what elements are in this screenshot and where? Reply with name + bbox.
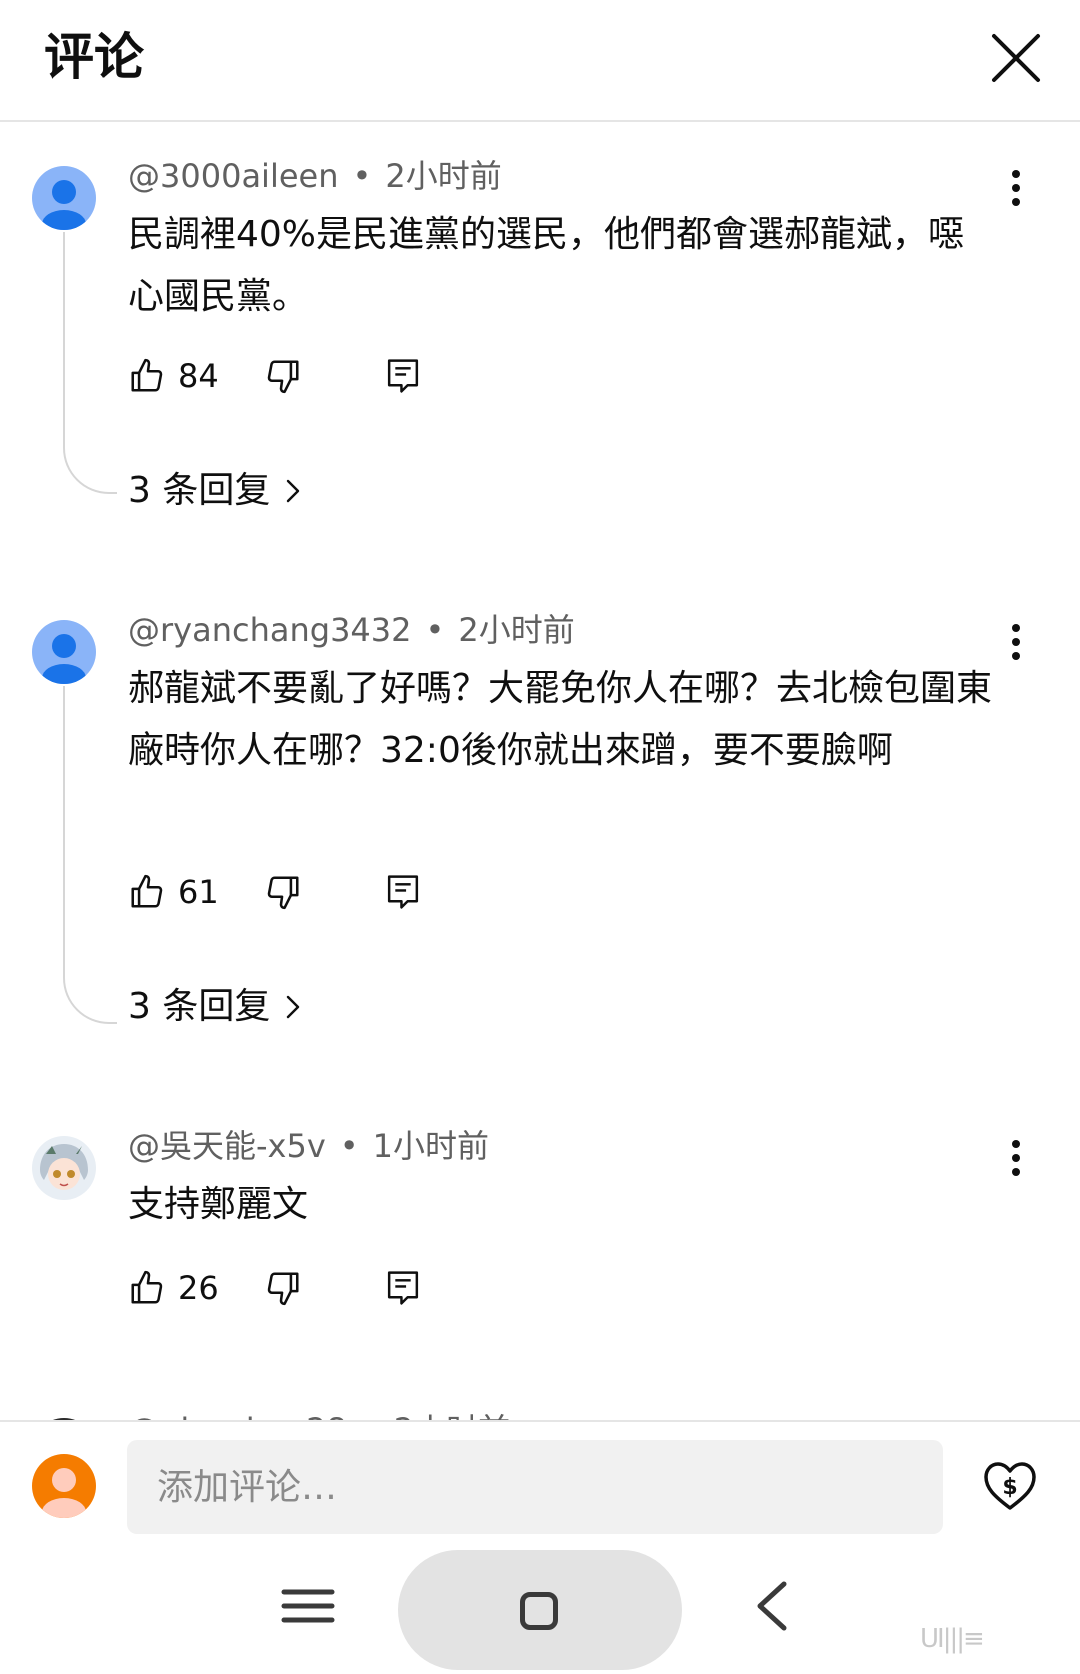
- comment-actions: 84: [128, 352, 528, 400]
- dislike-button[interactable]: [264, 1264, 302, 1312]
- comment-list[interactable]: @3000aileen • 2小时前 民調裡40%是民進黨的選民，他們都會選郝龍斌，…: [0, 122, 1080, 1422]
- comment-time: 1小时前: [372, 1127, 490, 1165]
- comment-meta: @吳天能-x5v • 1小时前: [128, 1127, 490, 1165]
- watermark: UI|||≡: [920, 1624, 985, 1654]
- avatar[interactable]: [32, 166, 96, 230]
- comment-time: 2小时前: [385, 157, 502, 195]
- like-button[interactable]: 26: [128, 1264, 219, 1312]
- heart-dollar-icon[interactable]: $: [980, 1456, 1040, 1516]
- comment-text: 郝龍斌不要亂了好嗎？大罷免你人在哪？去北檢包圍東廠時你人在哪？32:0後你就出來…: [128, 668, 993, 771]
- thread-line: [63, 232, 117, 494]
- back-icon[interactable]: [752, 1578, 792, 1634]
- reply-button[interactable]: [384, 868, 422, 916]
- like-count: 84: [178, 357, 219, 395]
- comment-author[interactable]: @ryanchang3432: [128, 611, 412, 649]
- thumbs-up-icon: [131, 1270, 163, 1304]
- comment-author[interactable]: @吳天能-x5v: [128, 1127, 326, 1165]
- comment-meta: @3000aileen • 2小时前: [128, 157, 502, 195]
- more-options-icon[interactable]: [1000, 618, 1032, 666]
- default-avatar-icon: [32, 166, 96, 230]
- home-icon: [520, 1592, 558, 1630]
- comment-input[interactable]: [127, 1440, 943, 1534]
- comment-actions: 61: [128, 868, 528, 916]
- anime-avatar-icon: [32, 1136, 96, 1200]
- thread-line: [63, 686, 117, 1024]
- dislike-button[interactable]: [264, 352, 302, 400]
- avatar[interactable]: [32, 1136, 96, 1200]
- thumbs-up-icon: [131, 874, 163, 908]
- thumbs-down-icon: [267, 876, 299, 910]
- svg-text:$: $: [1002, 1475, 1017, 1500]
- comment-composer: $: [0, 1420, 1080, 1534]
- chevron-right-icon: [287, 995, 300, 1019]
- like-count: 26: [178, 1269, 219, 1307]
- close-icon[interactable]: [986, 28, 1046, 88]
- comment-text: 民調裡40%是民進黨的選民，他們都會選郝龍斌，噁心國民黨。: [128, 214, 965, 317]
- comment-actions: 26: [128, 1264, 528, 1312]
- user-avatar-icon: [32, 1454, 96, 1518]
- comment-time: 2小时前: [458, 611, 575, 649]
- like-button[interactable]: 61: [128, 868, 219, 916]
- home-button[interactable]: [398, 1550, 682, 1670]
- default-avatar-icon: [32, 620, 96, 684]
- view-replies-button[interactable]: 3 条回复: [128, 466, 302, 516]
- replies-count: 3 条回复: [128, 470, 271, 511]
- avatar[interactable]: [32, 620, 96, 684]
- like-count: 61: [178, 873, 219, 911]
- comment-meta: @ryanchang3432 • 2小时前: [128, 611, 575, 649]
- thumbs-down-icon: [267, 1272, 299, 1306]
- dislike-button[interactable]: [264, 868, 302, 916]
- more-options-icon[interactable]: [1000, 1134, 1032, 1182]
- comment-author[interactable]: @3000aileen: [128, 157, 338, 195]
- replies-count: 3 条回复: [128, 986, 271, 1027]
- reply-icon: [387, 875, 419, 909]
- reply-icon: [387, 1271, 419, 1305]
- menu-icon[interactable]: [280, 1586, 336, 1626]
- system-navbar: UI|||≡: [0, 1534, 1080, 1674]
- chevron-right-icon: [287, 479, 300, 503]
- avatar: [32, 1454, 96, 1518]
- thumbs-down-icon: [267, 360, 299, 394]
- comment-text: 支持鄭麗文: [128, 1184, 309, 1225]
- reply-icon: [387, 359, 419, 393]
- page-title: 评论: [44, 28, 144, 86]
- reply-button[interactable]: [384, 1264, 422, 1312]
- view-replies-button[interactable]: 3 条回复: [128, 982, 302, 1032]
- reply-button[interactable]: [384, 352, 422, 400]
- more-options-icon[interactable]: [1000, 164, 1032, 212]
- thumbs-up-icon: [131, 358, 163, 392]
- comments-header: 评论: [0, 0, 1080, 122]
- like-button[interactable]: 84: [128, 352, 219, 400]
